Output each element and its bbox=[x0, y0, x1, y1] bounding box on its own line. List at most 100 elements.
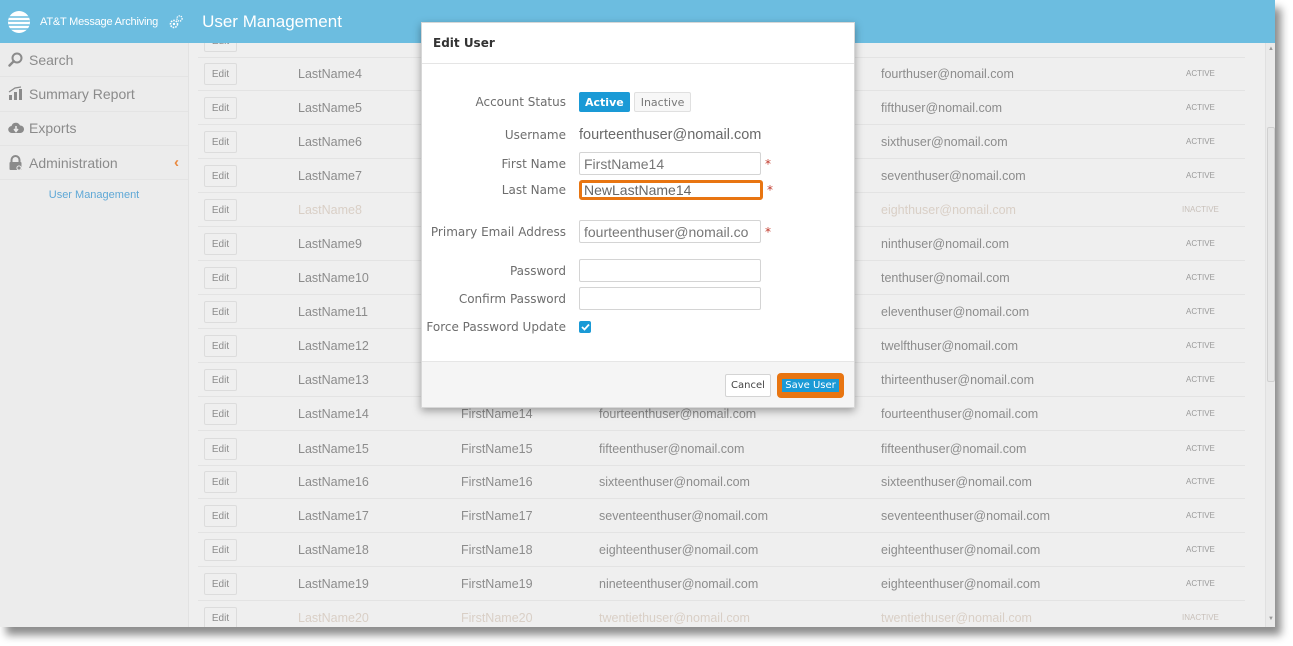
primary-email-row: Primary Email Address fourteenthuser@nom… bbox=[422, 220, 854, 243]
edit-button[interactable]: Edit bbox=[204, 471, 237, 493]
edit-button[interactable]: Edit bbox=[204, 301, 237, 323]
confirm-password-label: Confirm Password bbox=[458, 291, 566, 306]
status-cell: ACTIVE bbox=[1186, 545, 1215, 554]
status-inactive-button[interactable]: Inactive bbox=[633, 92, 692, 112]
table-row: Edit LastName15 FirstName15 fifteenthuser@n… bbox=[198, 432, 1245, 466]
scroll-up-arrow-icon[interactable]: ▲ bbox=[1267, 46, 1275, 54]
status-cell: ACTIVE bbox=[1186, 171, 1215, 180]
email-cell: eighteenthuser@nomail.com bbox=[599, 543, 759, 557]
email-cell: sixteenthuser@nomail.com bbox=[599, 475, 750, 489]
force-password-update-checkbox[interactable] bbox=[579, 321, 591, 333]
last-name-cell: LastName9 bbox=[298, 237, 362, 251]
first-name-label: First Name bbox=[501, 156, 566, 171]
last-name-cell: LastName18 bbox=[298, 543, 369, 557]
email-cell: twentiethuser@nomail.com bbox=[599, 611, 750, 625]
scrollbar-thumb[interactable] bbox=[1267, 127, 1275, 382]
search-icon bbox=[7, 51, 24, 68]
edit-button[interactable]: Edit bbox=[204, 165, 237, 187]
username-value: fourteenthuser@nomail.com bbox=[579, 127, 762, 143]
last-name-cell: LastName14 bbox=[298, 407, 369, 421]
force-password-update-label: Force Password Update bbox=[426, 320, 566, 334]
edit-button[interactable]: Edit bbox=[204, 369, 237, 391]
vertical-scrollbar[interactable]: ▲ ▼ bbox=[1265, 43, 1275, 627]
last-name-cell: LastName4 bbox=[298, 67, 362, 81]
last-name-label: Last Name bbox=[501, 183, 566, 197]
edit-user-dialog: Edit User Account Status Active Inactive… bbox=[421, 22, 855, 408]
account-status-label: Account Status bbox=[475, 95, 566, 109]
status-cell: ACTIVE bbox=[1186, 69, 1215, 78]
confirm-password-row: Confirm Password bbox=[422, 287, 854, 310]
secondary-email-cell: tenthuser@nomail.com bbox=[881, 271, 1010, 285]
edit-button[interactable]: Edit bbox=[204, 573, 237, 595]
dialog-footer: Cancel Save User bbox=[422, 361, 854, 407]
last-name-row: Last Name NewLastName14 * bbox=[422, 180, 854, 200]
confirm-password-input[interactable] bbox=[579, 287, 761, 310]
secondary-email-cell: fourteenthuser@nomail.com bbox=[881, 407, 1039, 421]
first-name-input[interactable]: FirstName14 bbox=[579, 152, 761, 175]
secondary-email-cell: thirteenthuser@nomail.com bbox=[881, 373, 1035, 387]
secondary-email-cell: eighteenthuser@nomail.com bbox=[881, 577, 1041, 591]
edit-button[interactable]: Edit bbox=[204, 505, 237, 527]
primary-email-input[interactable]: fourteenthuser@nomail.co bbox=[579, 220, 761, 243]
edit-button[interactable]: Edit bbox=[204, 267, 237, 289]
first-name-cell: FirstName20 bbox=[461, 611, 533, 625]
secondary-email-cell: eleventhuser@nomail.com bbox=[881, 305, 1030, 319]
email-cell: nineteenthuser@nomail.com bbox=[599, 577, 759, 591]
edit-button[interactable]: Edit bbox=[204, 97, 237, 119]
last-name-input[interactable]: NewLastName14 bbox=[579, 180, 763, 200]
edit-button[interactable]: Edit bbox=[204, 131, 237, 153]
last-name-cell: LastName15 bbox=[298, 442, 369, 456]
edit-button[interactable]: Edit bbox=[204, 233, 237, 255]
status-cell: ACTIVE bbox=[1186, 137, 1215, 146]
sidebar-item-search[interactable]: Search bbox=[0, 43, 188, 78]
sidebar-item-label: Exports bbox=[29, 120, 77, 137]
status-cell: INACTIVE bbox=[1182, 613, 1219, 622]
sidebar-subitem-user-management[interactable]: User Management bbox=[0, 180, 188, 210]
sidebar-item-summary-report[interactable]: Summary Report bbox=[0, 77, 188, 112]
sidebar-item-exports[interactable]: Exports bbox=[0, 112, 188, 146]
edit-button[interactable]: Edit bbox=[204, 539, 237, 561]
edit-button[interactable]: Edit bbox=[204, 438, 237, 460]
secondary-email-cell: twentiethuser@nomail.com bbox=[881, 611, 1032, 625]
edit-button[interactable]: Edit bbox=[204, 199, 237, 221]
lock-icon bbox=[7, 154, 24, 171]
last-name-cell: LastName16 bbox=[298, 475, 369, 489]
last-name-cell: LastName13 bbox=[298, 373, 369, 387]
table-row: Edit LastName18 FirstName18 eighteenthuser@… bbox=[198, 533, 1245, 567]
sidebar-item-administration[interactable]: Administration ‹ bbox=[0, 146, 188, 181]
chevron-left-icon[interactable]: ‹ bbox=[174, 154, 179, 171]
status-cell: INACTIVE bbox=[1182, 205, 1219, 214]
bar-chart-icon bbox=[7, 85, 24, 102]
username-label: Username bbox=[504, 128, 566, 142]
secondary-email-cell: fourthuser@nomail.com bbox=[881, 67, 1014, 81]
last-name-cell: LastName17 bbox=[298, 509, 369, 523]
cloud-download-icon bbox=[7, 120, 24, 137]
scroll-down-arrow-icon[interactable]: ▼ bbox=[1267, 616, 1275, 624]
table-row: Edit LastName16 FirstName16 sixteenthuser@n… bbox=[198, 465, 1245, 499]
status-cell: ACTIVE bbox=[1186, 409, 1215, 418]
save-user-label: Save User bbox=[782, 379, 839, 392]
status-cell: ACTIVE bbox=[1186, 341, 1215, 350]
sidebar-item-label: Administration bbox=[29, 154, 118, 171]
primary-email-label: Primary Email Address bbox=[430, 224, 566, 239]
edit-button[interactable]: Edit bbox=[204, 607, 237, 627]
edit-button[interactable]: Edit bbox=[204, 43, 237, 52]
settings-gears-icon[interactable] bbox=[168, 14, 184, 30]
save-user-button[interactable]: Save User bbox=[777, 373, 844, 398]
last-name-cell: LastName6 bbox=[298, 135, 362, 149]
last-name-cell: LastName8 bbox=[298, 203, 362, 217]
cancel-button[interactable]: Cancel bbox=[725, 374, 771, 397]
dialog-title: Edit User bbox=[422, 23, 854, 64]
status-active-button[interactable]: Active bbox=[579, 92, 630, 112]
force-password-update-row: Force Password Update bbox=[422, 320, 854, 334]
first-name-row: First Name FirstName14 * bbox=[422, 152, 854, 175]
edit-button[interactable]: Edit bbox=[204, 63, 237, 85]
edit-button[interactable]: Edit bbox=[204, 335, 237, 357]
table-row: Edit LastName20 FirstName20 twentiethuser@n… bbox=[198, 601, 1245, 627]
sidebar-item-label: Summary Report bbox=[29, 85, 135, 102]
password-input[interactable] bbox=[579, 259, 761, 282]
secondary-email-cell: sixthuser@nomail.com bbox=[881, 135, 1008, 149]
required-asterisk-icon: * bbox=[765, 224, 771, 239]
account-status-row: Account Status Active Inactive bbox=[422, 92, 854, 112]
edit-button[interactable]: Edit bbox=[204, 403, 237, 425]
